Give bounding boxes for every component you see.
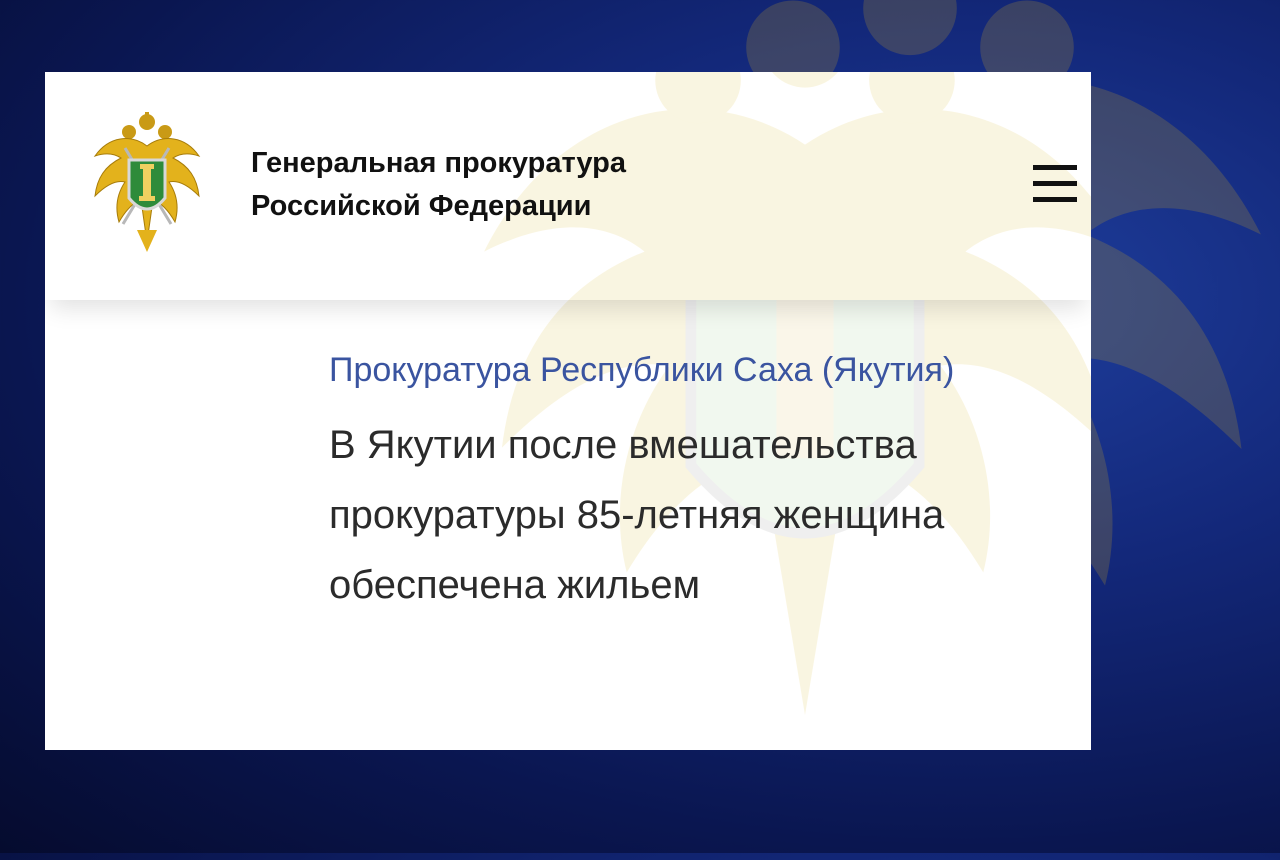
- headline-line-3: обеспечена жильем: [329, 563, 701, 607]
- menu-bar-middle: [1033, 181, 1077, 186]
- headline-line-1: В Якутии после вмешательства: [329, 423, 917, 467]
- hamburger-menu-icon[interactable]: [1031, 162, 1079, 206]
- article-content: Прокуратура Республики Саха (Якутия) В Я…: [329, 340, 1069, 620]
- headline-line-2: прокуратуры 85-летняя женщина: [329, 493, 945, 537]
- site-header: Генеральная прокуратура Российской Федер…: [45, 72, 1091, 300]
- org-name-line-2: Российской Федерации: [251, 190, 592, 222]
- article-headline[interactable]: В Якутии после вмешательства прокуратуры…: [329, 410, 1069, 620]
- org-name[interactable]: Генеральная прокуратура Российской Федер…: [251, 142, 626, 228]
- menu-bar-bottom: [1033, 197, 1077, 202]
- menu-bar-top: [1033, 165, 1077, 170]
- article-card: Прокуратура Республики Саха (Якутия) В Я…: [45, 72, 1091, 750]
- region-link[interactable]: Прокуратура Республики Саха (Якутия): [329, 340, 1069, 400]
- prosecutor-emblem-icon[interactable]: [91, 112, 203, 254]
- org-name-line-1: Генеральная прокуратура: [251, 147, 627, 179]
